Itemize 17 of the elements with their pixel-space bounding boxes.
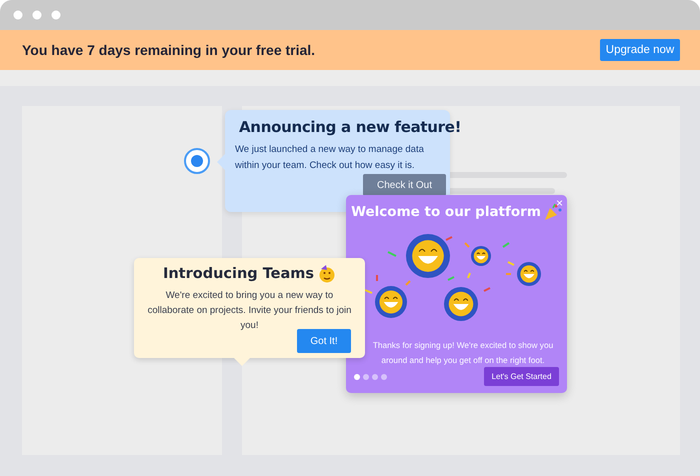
modal-title: Welcome to our platform <box>351 204 541 220</box>
modal-text: Thanks for signing up! We're excited to show you around and help you get off on the right foot. <box>372 339 554 367</box>
tooltip-title: Announcing a new feature! <box>239 118 462 136</box>
check-it-out-button[interactable]: Check it Out <box>363 174 446 196</box>
page-dot[interactable] <box>354 374 360 380</box>
page-dot[interactable] <box>381 374 387 380</box>
close-button[interactable]: × <box>556 196 563 210</box>
upgrade-button[interactable]: Upgrade now <box>600 39 680 61</box>
trial-message: You have 7 days remaining in your free trial. <box>22 42 316 58</box>
party-face-icon <box>318 265 336 283</box>
page-dot[interactable] <box>363 374 369 380</box>
tooltip-title: Introducing Teams <box>162 266 314 282</box>
page-dot[interactable] <box>372 374 378 380</box>
got-it-button[interactable]: Got It! <box>297 329 351 353</box>
tooltip-text: We just launched a new way to manage data within your team. Check out how easy it is. <box>235 143 425 173</box>
get-started-button[interactable]: Let's Get Started <box>484 367 559 386</box>
window-controls-icon <box>13 10 61 20</box>
